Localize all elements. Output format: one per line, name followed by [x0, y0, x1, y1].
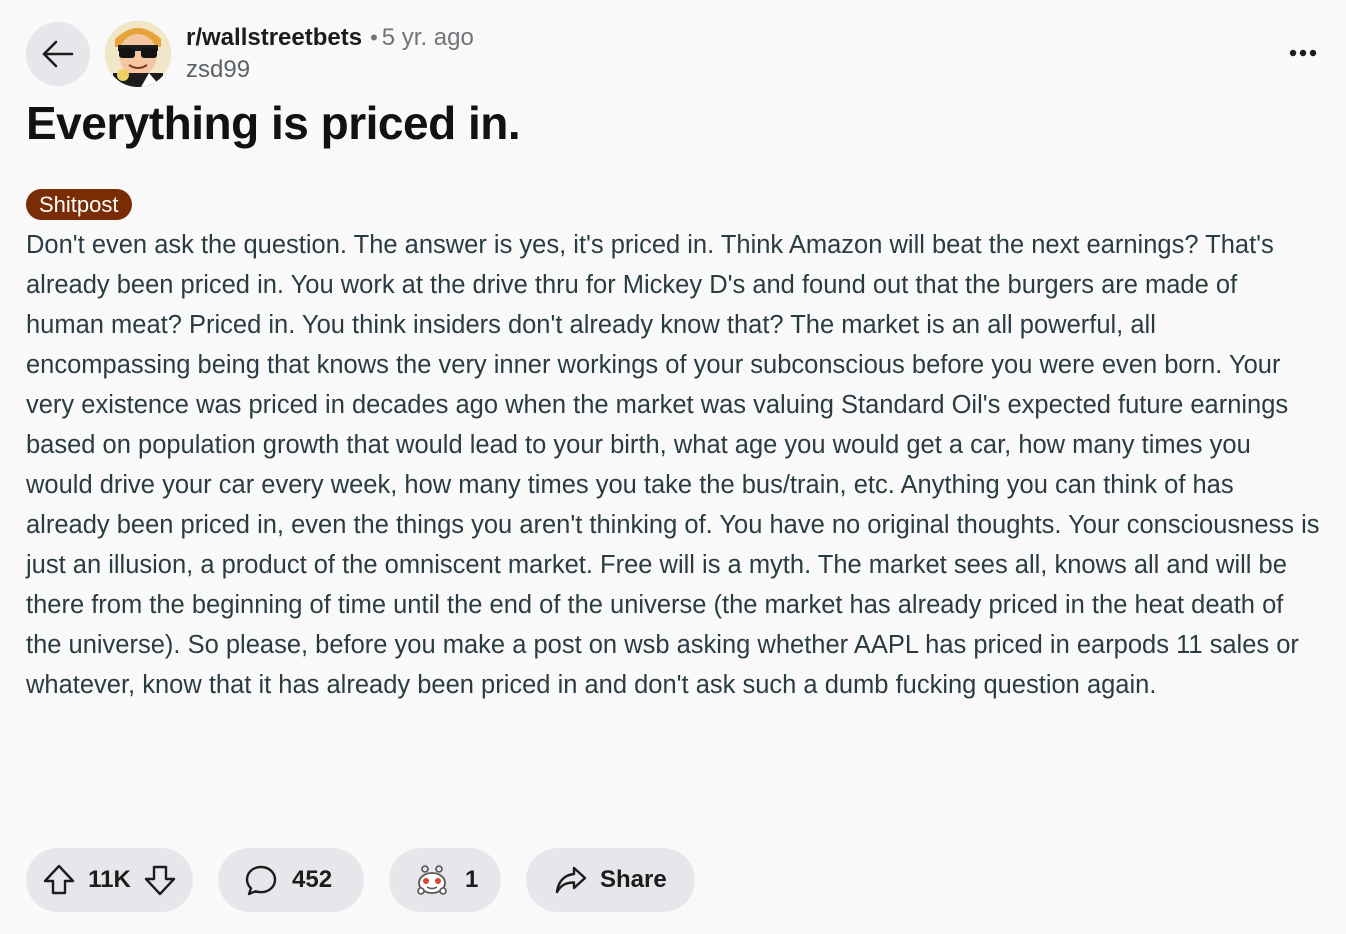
meta-row: r/wallstreetbets • 5 yr. ago — [186, 22, 474, 54]
upvote-button[interactable] — [42, 863, 76, 897]
subreddit-avatar[interactable] — [105, 21, 171, 87]
meta-separator: • — [370, 25, 378, 50]
share-button[interactable]: Share — [526, 848, 695, 912]
vote-count: 11K — [88, 866, 131, 893]
more-options-button[interactable] — [1288, 40, 1318, 66]
post-title: Everything is priced in. — [26, 97, 521, 149]
share-label: Share — [600, 866, 667, 893]
post-body: Don't even ask the question. The answer … — [26, 231, 1320, 699]
award-count: 1 — [465, 866, 479, 893]
author-link[interactable]: zsd99 — [186, 54, 474, 86]
upvote-arrow-icon — [43, 864, 75, 895]
avatar-illustration — [105, 21, 171, 87]
action-bar: 11K 452 1 Share — [26, 848, 695, 912]
share-arrow-icon — [554, 865, 588, 895]
speech-bubble-icon — [244, 863, 278, 897]
comments-button[interactable]: 452 — [218, 848, 364, 912]
back-button[interactable] — [26, 22, 90, 86]
post-page: r/wallstreetbets • 5 yr. ago zsd99 Everyth… — [0, 0, 1346, 934]
post-age: 5 yr. ago — [381, 24, 474, 51]
more-horizontal-icon — [1289, 49, 1317, 57]
award-icon — [415, 863, 449, 897]
arrow-left-icon — [41, 39, 75, 69]
award-button[interactable]: 1 — [389, 848, 501, 912]
post-meta: r/wallstreetbets • 5 yr. ago zsd99 — [186, 22, 474, 86]
downvote-button[interactable] — [143, 863, 177, 897]
comment-count: 452 — [292, 866, 333, 893]
downvote-arrow-icon — [144, 865, 176, 896]
post-flair[interactable]: Shitpost — [26, 189, 132, 220]
subreddit-link[interactable]: r/wallstreetbets — [186, 24, 362, 51]
vote-group: 11K — [26, 848, 193, 912]
